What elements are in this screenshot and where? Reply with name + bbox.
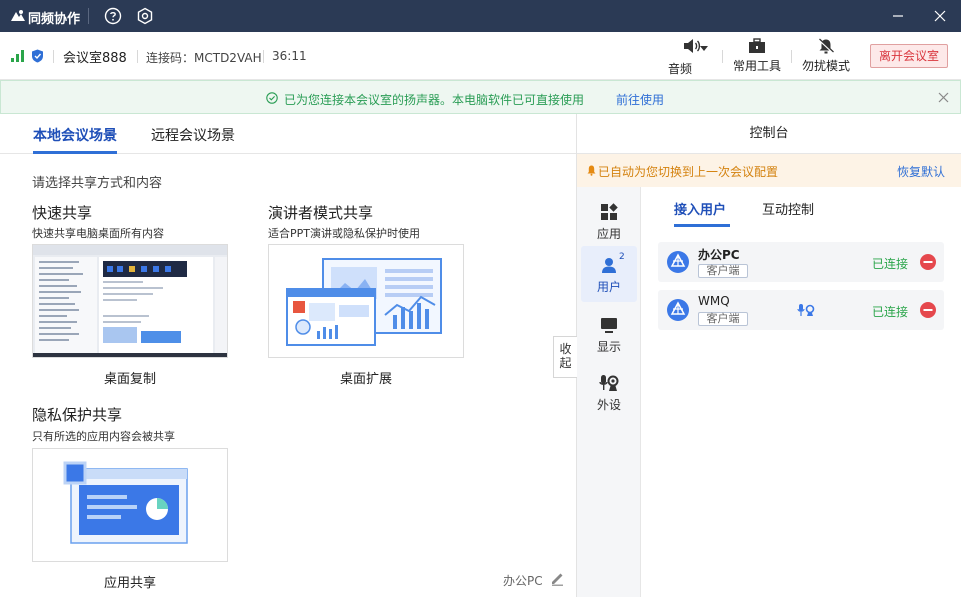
console-title: 控制台 bbox=[577, 114, 961, 154]
desktop-copy-label: 桌面复制 bbox=[103, 372, 156, 387]
connection-code: 连接码：MCTD2VAH bbox=[146, 51, 262, 65]
nav-item-apps[interactable]: 应用 bbox=[581, 193, 637, 249]
leave-room-button[interactable]: 离开会议室 bbox=[870, 44, 948, 68]
nav-item-peripherals[interactable]: 外设 bbox=[581, 364, 637, 420]
divider bbox=[53, 50, 54, 63]
app-share-label: 应用共享 bbox=[103, 576, 156, 591]
chevron-down-icon[interactable] bbox=[700, 46, 708, 51]
tab-local-scene[interactable]: 本地会议场景 bbox=[33, 125, 117, 145]
app-title: 同频协作 bbox=[28, 12, 81, 27]
warning-text: 已自动为您切换到上一次会议配置 bbox=[598, 165, 779, 179]
privacy-share-title: 隐私保护共享 bbox=[32, 406, 123, 424]
nav-item-users[interactable]: 2 用户 bbox=[581, 246, 637, 302]
active-subtab-indicator bbox=[674, 224, 730, 227]
speaker-icon bbox=[684, 39, 701, 53]
meeting-info-bar: 会议室888 连接码：MCTD2VAH 36:11 音频 常用工具 勿扰模式 离… bbox=[0, 32, 961, 80]
nav-label-display: 显示 bbox=[596, 340, 621, 354]
tab-connected-users[interactable]: 接入用户 bbox=[674, 199, 726, 218]
share-panel: 本地会议场景 远程会议场景 请选择共享方式和内容 快速共享 快速共享电脑桌面所有… bbox=[0, 114, 577, 597]
remove-user-icon[interactable] bbox=[920, 302, 936, 318]
common-tools-button[interactable]: 常用工具 bbox=[730, 36, 784, 74]
title-bar: 同频协作 bbox=[0, 0, 961, 32]
remove-user-icon[interactable] bbox=[920, 254, 936, 270]
signal-icon bbox=[11, 50, 24, 62]
tab-interaction-control[interactable]: 互动控制 bbox=[762, 199, 814, 218]
dnd-label: 勿扰模式 bbox=[801, 59, 850, 73]
client-tag: 客户端 bbox=[698, 264, 748, 278]
tab-remote-scene[interactable]: 远程会议场景 bbox=[151, 125, 235, 145]
dnd-button[interactable]: 勿扰模式 bbox=[800, 36, 852, 74]
shield-icon bbox=[32, 49, 43, 63]
desktop-extend-label: 桌面扩展 bbox=[339, 372, 392, 387]
notice-text: 已为您连接本会议室的扬声器。本电脑软件已可直接使用 bbox=[284, 93, 585, 107]
share-prompt: 请选择共享方式和内容 bbox=[32, 176, 163, 191]
gear-icon[interactable] bbox=[136, 7, 154, 25]
monitor-icon bbox=[601, 318, 617, 333]
pencil-icon[interactable] bbox=[550, 571, 565, 586]
mic-camera-icon bbox=[797, 304, 815, 316]
notice-bar: 已为您连接本会议室的扬声器。本电脑软件已可直接使用 前往使用 bbox=[0, 80, 961, 114]
user-name: 办公PC bbox=[698, 248, 740, 262]
quick-share-title: 快速共享 bbox=[32, 204, 93, 222]
minimize-icon[interactable] bbox=[890, 8, 906, 24]
client-avatar-icon bbox=[667, 299, 689, 321]
desktop-extend-thumbnail[interactable] bbox=[268, 244, 464, 358]
scene-tabs: 本地会议场景 远程会议场景 bbox=[0, 114, 576, 154]
warning-bar: 已自动为您切换到上一次会议配置 恢复默认 bbox=[577, 154, 961, 187]
apps-icon bbox=[601, 203, 618, 220]
room-name: 会议室888 bbox=[63, 51, 127, 66]
user-card: 办公PC 客户端 已连接 bbox=[658, 242, 944, 282]
nav-label-apps: 应用 bbox=[596, 227, 621, 241]
logo-icon bbox=[11, 10, 25, 21]
presenter-share-title: 演讲者模式共享 bbox=[268, 204, 374, 222]
device-name: 办公PC bbox=[503, 574, 543, 588]
user-icon bbox=[602, 258, 616, 273]
app-share-illustration bbox=[33, 449, 227, 561]
close-icon[interactable] bbox=[938, 92, 949, 103]
app-share-thumbnail[interactable] bbox=[32, 448, 228, 562]
meeting-duration: 36:11 bbox=[272, 49, 307, 63]
user-count-badge: 2 bbox=[619, 252, 625, 262]
check-circle-icon bbox=[266, 92, 278, 104]
restore-default-link[interactable]: 恢复默认 bbox=[897, 163, 945, 180]
divider bbox=[137, 50, 138, 63]
bell-icon bbox=[587, 165, 596, 176]
console-subtabs: 接入用户 互动控制 bbox=[641, 187, 961, 227]
connection-status: 已连接 bbox=[872, 257, 909, 271]
desktop-copy-thumbnail[interactable] bbox=[32, 244, 228, 358]
console-side-nav: 应用 2 用户 显示 外设 bbox=[577, 187, 641, 597]
toolbox-icon bbox=[749, 38, 765, 53]
peripheral-icon bbox=[599, 375, 619, 391]
client-avatar-icon bbox=[667, 251, 689, 273]
divider bbox=[88, 8, 89, 24]
console-panel: 控制台 已自动为您切换到上一次会议配置 恢复默认 应用 2 用户 显示 外设 接… bbox=[577, 114, 961, 597]
connection-status: 已连接 bbox=[872, 305, 909, 319]
extend-illustration bbox=[269, 245, 463, 357]
common-tools-label: 常用工具 bbox=[732, 59, 781, 73]
desktop-preview-image bbox=[33, 245, 227, 357]
client-tag: 客户端 bbox=[698, 312, 748, 326]
bell-off-icon bbox=[818, 38, 834, 54]
audio-label: 音频 bbox=[668, 62, 693, 76]
privacy-share-desc: 只有所选的应用内容会被共享 bbox=[32, 430, 175, 443]
nav-item-display[interactable]: 显示 bbox=[581, 306, 637, 362]
nav-label-users: 用户 bbox=[596, 280, 621, 294]
close-icon[interactable] bbox=[932, 8, 948, 24]
divider bbox=[263, 50, 264, 63]
divider bbox=[791, 50, 792, 63]
active-tab-indicator bbox=[33, 151, 117, 154]
quick-share-desc: 快速共享电脑桌面所有内容 bbox=[32, 227, 164, 240]
help-icon[interactable] bbox=[104, 7, 122, 25]
nav-label-peripherals: 外设 bbox=[596, 398, 621, 412]
presenter-share-desc: 适合PPT演讲或隐私保护时使用 bbox=[268, 227, 420, 240]
user-card: WMQ 客户端 已连接 bbox=[658, 290, 944, 330]
divider bbox=[722, 50, 723, 63]
audio-button[interactable]: 音频 bbox=[664, 36, 714, 76]
user-name: WMQ bbox=[698, 294, 730, 308]
notice-link[interactable]: 前往使用 bbox=[616, 91, 664, 108]
collapse-button[interactable]: 收起 bbox=[553, 336, 577, 378]
